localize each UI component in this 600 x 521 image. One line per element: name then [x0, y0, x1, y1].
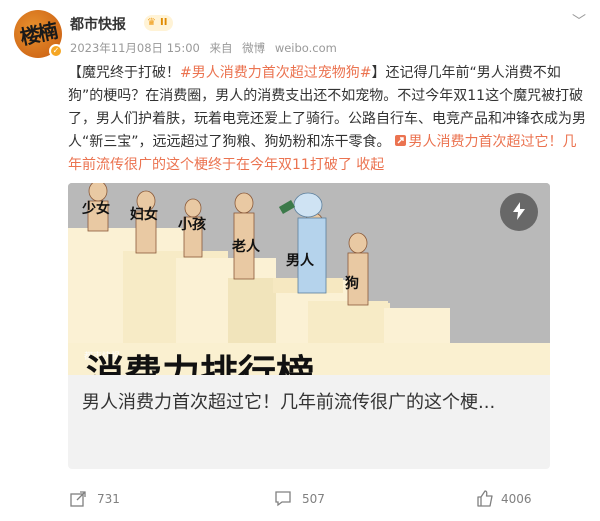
source-domain: weibo.com: [274, 41, 337, 55]
chevron-down-icon[interactable]: ︿: [572, 10, 586, 30]
content-text: 【魔咒终于打破！: [68, 65, 180, 81]
like-button[interactable]: 4006: [476, 478, 586, 521]
label-dog: 狗: [345, 275, 359, 292]
lightning-icon[interactable]: [500, 193, 538, 231]
author-name[interactable]: 都市快报: [70, 14, 126, 34]
comment-button[interactable]: 507: [274, 478, 394, 521]
post-timestamp[interactable]: 2023年11月08日 15:00: [70, 41, 200, 55]
article-cover-image: 少女 妇女 小孩 老人 男人 狗 都市快报 消费力排行榜: [68, 183, 550, 375]
post-content: 【魔咒终于打破！#男人消费力首次超过宠物狗#】还记得几年前“男人消费不如狗”的梗…: [68, 62, 590, 177]
article-card[interactable]: 少女 妇女 小孩 老人 男人 狗 都市快报 消费力排行榜 男人消费力首次超过它！…: [68, 183, 550, 469]
vip-badge[interactable]: ♛ II: [144, 15, 174, 31]
share-icon: [70, 491, 86, 507]
repost-count: 731: [97, 492, 120, 506]
verified-badge-icon: ✓: [49, 44, 63, 58]
label-girl: 少女: [81, 200, 110, 217]
post-header: 楼楠 ✓ 都市快报 ♛ II 2023年11月08日 15:00 来自 微博 w…: [14, 10, 586, 58]
action-bar: 731 507 4006: [0, 478, 600, 521]
link-icon[interactable]: [391, 134, 409, 150]
article-title[interactable]: 男人消费力首次超过它！几年前流传很广的这个梗...: [82, 387, 537, 419]
cover-illustration: 少女 妇女 小孩 老人 男人 狗 都市快报 消费力排行榜: [68, 183, 550, 375]
label-elderly: 老人: [232, 238, 261, 255]
comment-count: 507: [302, 492, 325, 506]
crown-icon: ♛: [147, 17, 156, 28]
source-prefix: 来自: [209, 41, 233, 55]
collapse-link[interactable]: 收起: [356, 157, 384, 173]
post-meta: 2023年11月08日 15:00 来自 微博 weibo.com: [70, 40, 343, 56]
thumbs-up-icon: [477, 490, 493, 507]
vip-level: II: [160, 17, 168, 28]
like-count: 4006: [501, 492, 532, 506]
repost-button[interactable]: 731: [70, 478, 190, 521]
label-woman: 妇女: [129, 206, 158, 223]
label-child: 小孩: [178, 216, 206, 233]
source-name: 微博: [242, 41, 266, 55]
banner-text: 消费力排行榜: [86, 352, 314, 375]
comment-icon: [275, 491, 291, 507]
topic-link[interactable]: #男人消费力首次超过宠物狗#: [180, 65, 371, 81]
label-man: 男人: [286, 252, 315, 269]
